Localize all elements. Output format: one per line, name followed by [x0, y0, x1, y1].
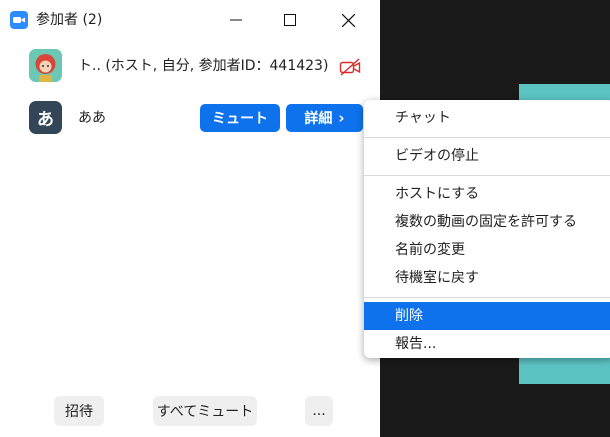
- avatar: [29, 49, 62, 82]
- menu-divider: [364, 297, 610, 298]
- menu-item-report[interactable]: 報告...: [364, 330, 610, 358]
- title-bar: 参加者 (2): [0, 0, 380, 40]
- menu-item-waiting-room[interactable]: 待機室に戻す: [364, 264, 610, 292]
- menu-item-allow-multipin[interactable]: 複数の動画の固定を許可する: [364, 208, 610, 236]
- mute-all-button[interactable]: すべてミュート: [153, 396, 257, 426]
- participant-context-menu: チャット ビデオの停止 ホストにする 複数の動画の固定を許可する 名前の変更 待…: [364, 100, 610, 358]
- details-label: 詳細: [304, 111, 333, 127]
- maximize-icon: [284, 14, 296, 26]
- details-button[interactable]: 詳細 ›: [286, 104, 363, 132]
- window-title: 参加者 (2): [36, 12, 103, 28]
- close-icon: [341, 13, 355, 27]
- minimize-button[interactable]: [214, 0, 258, 40]
- maximize-button[interactable]: [268, 0, 312, 40]
- participants-panel: 参加者 (2) ト.. (ホスト, 自分, 参加者ID：441423) あ ああ…: [0, 0, 380, 437]
- close-button[interactable]: [326, 0, 370, 40]
- participant-name: ああ: [78, 110, 106, 126]
- zoom-logo-icon: [10, 11, 28, 29]
- menu-item-chat[interactable]: チャット: [364, 104, 610, 132]
- chevron-right-icon: ›: [338, 109, 345, 127]
- minimize-icon: [230, 19, 242, 21]
- menu-item-make-host[interactable]: ホストにする: [364, 180, 610, 208]
- mute-button[interactable]: ミュート: [200, 104, 280, 132]
- participant-name: ト.. (ホスト, 自分, 参加者ID：441423): [78, 58, 329, 74]
- menu-item-stop-video[interactable]: ビデオの停止: [364, 142, 610, 170]
- menu-divider: [364, 137, 610, 138]
- menu-item-rename[interactable]: 名前の変更: [364, 236, 610, 264]
- menu-divider: [364, 175, 610, 176]
- avatar: あ: [29, 101, 62, 134]
- video-off-icon: [339, 58, 361, 76]
- menu-item-remove[interactable]: 削除: [364, 302, 610, 330]
- more-button[interactable]: ...: [305, 396, 333, 426]
- invite-button[interactable]: 招待: [54, 396, 104, 426]
